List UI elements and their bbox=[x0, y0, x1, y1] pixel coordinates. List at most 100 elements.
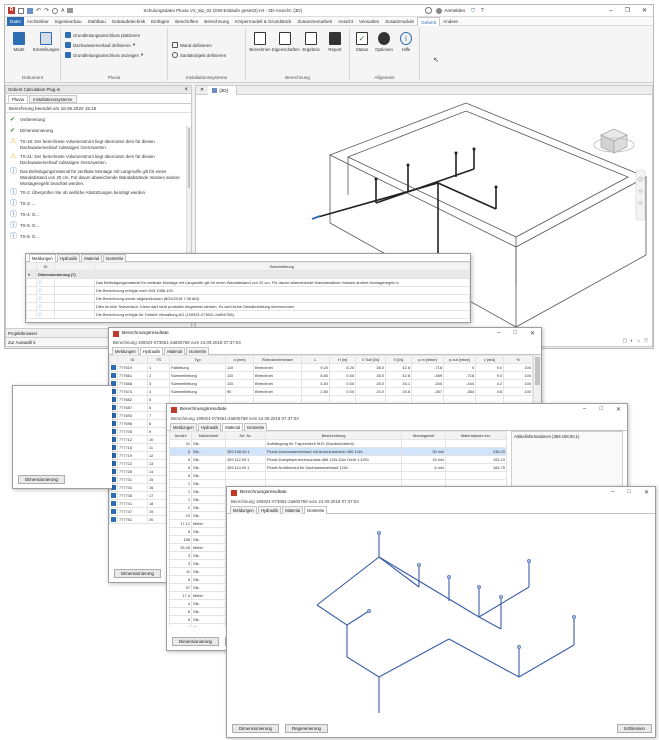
signin-label[interactable]: Anmelden bbox=[444, 8, 465, 13]
ergebnis-button[interactable]: Ergebnis bbox=[299, 32, 323, 52]
close-icon[interactable]: ✕ bbox=[530, 330, 535, 337]
list-item[interactable]: ⓘ Das Befestigungsmaterial für vertikale … bbox=[6, 167, 191, 188]
regenerierung-button[interactable]: Regenerierung bbox=[284, 724, 329, 733]
berechnen-button[interactable]: Berechnen bbox=[248, 32, 272, 52]
column-header[interactable]: H [m] bbox=[329, 355, 356, 364]
list-item[interactable]: ⚠ TS-18: Der berechnete Volumenstrom lieg… bbox=[6, 137, 191, 152]
optionen-button[interactable]: Optionen bbox=[372, 32, 396, 52]
minimize-icon[interactable]: – bbox=[611, 489, 614, 496]
table-cell[interactable]: Berechnet bbox=[253, 363, 302, 372]
tab-installationssysteme[interactable]: Installationssysteme bbox=[28, 95, 77, 103]
restore-icon[interactable]: ❐ bbox=[625, 7, 630, 14]
dimensionierung-button[interactable]: Dimensionierung bbox=[232, 724, 279, 733]
tab-isometrie[interactable]: Isometrie bbox=[186, 347, 210, 355]
column-header[interactable]: % bbox=[503, 355, 533, 364]
tab-datei[interactable]: Datei bbox=[7, 16, 24, 26]
column-header-id[interactable]: ID bbox=[36, 262, 55, 271]
tab-beschriften[interactable]: Beschriften bbox=[172, 17, 201, 26]
checkbox[interactable] bbox=[111, 373, 116, 379]
tab-zusammenarbeit[interactable]: Zusammenarbeit bbox=[294, 17, 334, 26]
list-item[interactable]: ✔ Dimensionierung bbox=[6, 126, 191, 137]
minimize-icon[interactable]: – bbox=[583, 406, 586, 413]
eigenschaften-button[interactable]: Eigenschaften bbox=[272, 32, 300, 52]
tab-hydraulik[interactable]: Hydraulik bbox=[257, 506, 282, 514]
group-row[interactable]: ▾ Dimensionierung (7) bbox=[26, 270, 470, 279]
tab-isometrie[interactable]: Isometrie bbox=[103, 254, 127, 262]
tab-einfuegen[interactable]: Einfügen bbox=[148, 17, 172, 26]
minimize-icon[interactable]: – bbox=[609, 8, 612, 14]
list-item[interactable]: ⓘ TS-4: G... bbox=[6, 210, 191, 221]
column-header[interactable]: v [m/s] bbox=[475, 355, 504, 364]
tab-isometrie[interactable]: Isometrie bbox=[304, 506, 328, 514]
column-header[interactable]: V Soll [l/s] bbox=[355, 355, 386, 364]
tab-hydraulik[interactable]: Hydraulik bbox=[56, 254, 81, 262]
tab-pluvia[interactable]: Pluvia bbox=[8, 95, 28, 103]
save-icon[interactable] bbox=[27, 7, 33, 14]
isometric-pipe-drawing[interactable] bbox=[229, 517, 653, 723]
list-item[interactable]: ⚠ TS-21: Der berechnete Volumenstrom lieg… bbox=[6, 152, 191, 167]
view-tab-3d[interactable]: {3D} bbox=[208, 85, 238, 95]
column-header[interactable]: ID bbox=[117, 355, 148, 364]
checkbox[interactable] bbox=[111, 493, 116, 499]
column-header[interactable]: Montagezeit bbox=[401, 431, 446, 440]
filter-icon[interactable]: ▽ bbox=[644, 338, 648, 344]
table-row[interactable]: ⓘ Das Befestigungsmaterial für vertikale … bbox=[26, 278, 470, 287]
column-header[interactable]: TS bbox=[147, 355, 170, 364]
tab-andere[interactable]: Andere bbox=[440, 17, 461, 26]
tab-meldungen[interactable]: Meldungen bbox=[29, 254, 56, 262]
column-header[interactable]: Art.-Nr. bbox=[225, 431, 266, 440]
table-cell[interactable]: Berechnet bbox=[253, 379, 302, 388]
tab-gebaeudetechnik[interactable]: Gebäudetechnik bbox=[109, 17, 148, 26]
table-row[interactable]: ⓘ Die Berechnung erfolgte für Geberit Ver… bbox=[26, 310, 470, 319]
close-button[interactable]: Schliessen bbox=[616, 724, 652, 733]
tab-meldungen[interactable]: Meldungen bbox=[112, 347, 139, 355]
table-row[interactable]: 5 Stk. 359.112.00.1 Pluvia Dampfsperrenansc… bbox=[169, 455, 507, 464]
checkbox[interactable] bbox=[111, 517, 116, 523]
list-item[interactable]: ⓘ TS-5: G... bbox=[6, 221, 191, 232]
close-icon[interactable]: ✕ bbox=[616, 406, 621, 413]
report-button[interactable]: Report bbox=[324, 32, 346, 52]
column-header-description[interactable]: Beschreibung bbox=[94, 262, 470, 271]
visual-style-icon[interactable]: ◐ bbox=[631, 338, 634, 344]
revit-logo-icon[interactable]: R bbox=[8, 7, 15, 14]
column-header[interactable]: V [l/s] bbox=[385, 355, 412, 364]
column-header[interactable]: L bbox=[301, 355, 330, 364]
list-item[interactable]: ⓘ TS-3: ... bbox=[6, 199, 191, 210]
column-header[interactable]: Materialpreis exv. bbox=[445, 431, 507, 440]
tab-isometrie[interactable]: Isometrie bbox=[244, 423, 268, 431]
tab-koerpermodell[interactable]: Körpermodell & Grundstück bbox=[232, 17, 294, 26]
tab-berechnung[interactable]: Berechnung bbox=[201, 17, 232, 26]
table-row[interactable]: 5 Stk. bbox=[169, 471, 507, 480]
grundleitung-button[interactable]: Grundleitungsanschluss platzieren bbox=[65, 31, 140, 39]
table-row[interactable]: 5 Stk. 359.108.00.1 Pluvia Dachwassereinlau… bbox=[169, 447, 507, 456]
minimize-icon[interactable]: – bbox=[497, 330, 500, 337]
user-icon[interactable] bbox=[436, 7, 443, 14]
tab-hydraulik[interactable]: Hydraulik bbox=[197, 423, 222, 431]
tab-verwalten[interactable]: Verwalten bbox=[356, 17, 382, 26]
column-header[interactable]: Rohrdurchmesser bbox=[253, 355, 302, 364]
table-row[interactable]: ⓘ Die Berechnung erfolgte nach DIN 1986-1… bbox=[26, 286, 470, 295]
hilfe-button[interactable]: i Hilfe bbox=[396, 32, 416, 52]
grundleitung-anzeigen-button[interactable]: Grundleitungsanschluss anzeigen ▾ bbox=[65, 51, 143, 59]
maximize-icon[interactable]: □ bbox=[599, 406, 603, 413]
tab-material[interactable]: Material bbox=[81, 254, 103, 262]
tab-material[interactable]: Material bbox=[282, 506, 304, 514]
table-row[interactable]: 5 Stk. 359.114.00.1 Pluvia Notüberlauf für … bbox=[169, 463, 507, 472]
table-row[interactable]: 31 Stk. Aufhängung für Trapezblech M10 (Sa… bbox=[169, 439, 507, 448]
tab-ansicht[interactable]: Ansicht bbox=[335, 17, 356, 26]
list-item[interactable]: ✔ Vorbereitung bbox=[6, 115, 191, 126]
sanitaer-button[interactable]: Sanitärobjekt definieren bbox=[172, 51, 226, 59]
tab-meldungen[interactable]: Meldungen bbox=[230, 506, 257, 514]
table-row[interactable]: 777668 3 Sammelleitung 110 Berechnet 4.50 0.00… bbox=[109, 379, 533, 388]
search-icon[interactable] bbox=[425, 7, 433, 14]
column-header[interactable]: Beschreibung bbox=[265, 431, 402, 440]
einstellungen-button[interactable]: Einstellungen bbox=[33, 32, 59, 52]
table-row[interactable]: 777619 1 Fallleitung 110 Berechnet 9.20 8.20 38… bbox=[109, 363, 533, 372]
dimensionierung-button[interactable]: Dimensionierung bbox=[172, 637, 219, 646]
tab-architektur[interactable]: Architektur bbox=[24, 17, 52, 26]
sun-icon[interactable]: ☼ bbox=[637, 338, 642, 344]
tab-material[interactable]: Material bbox=[222, 423, 244, 431]
undo-icon[interactable]: ↶ bbox=[36, 7, 41, 14]
3d-view-icon[interactable] bbox=[67, 8, 74, 13]
tab-meldungen[interactable]: Meldungen bbox=[170, 423, 197, 431]
